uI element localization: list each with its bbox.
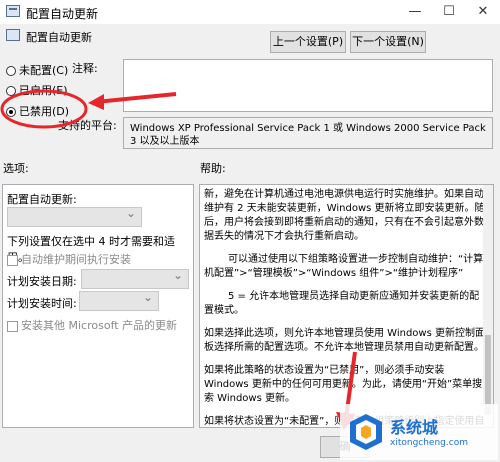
watermark-logo-icon [350, 414, 382, 450]
highlight-ellipse [0, 89, 88, 129]
watermark-url: xitongcheng.com [390, 438, 468, 448]
watermark: 系统城 xitongcheng.com [340, 404, 498, 460]
pointer-arrowhead [88, 94, 104, 110]
annotation-overlay [0, 89, 357, 430]
pointer-arrow-shaft [95, 92, 177, 104]
watermark-site-name: 系统城 [390, 418, 439, 437]
